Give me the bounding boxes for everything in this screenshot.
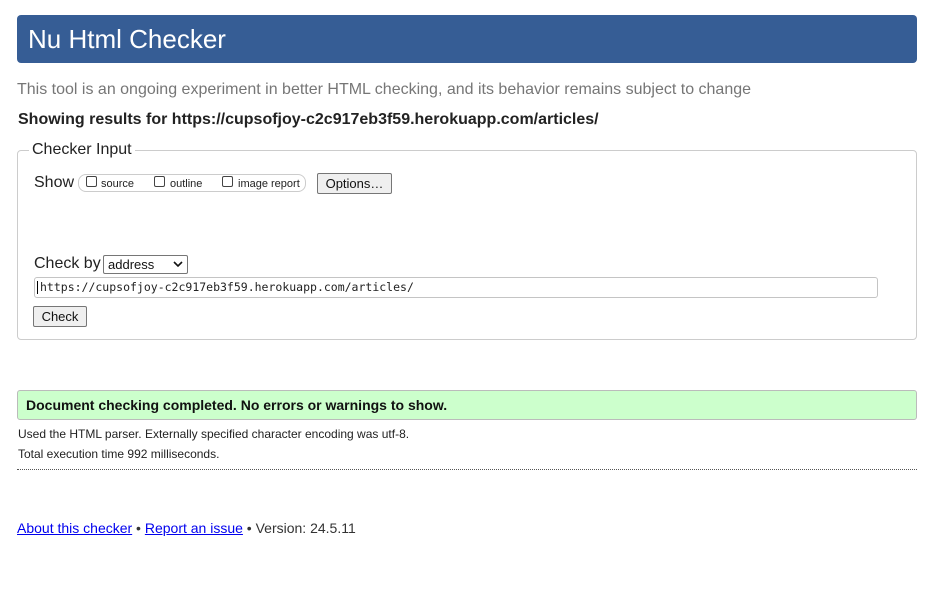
header-bar: Nu Html Checker xyxy=(17,15,917,63)
source-checkbox-label[interactable]: source xyxy=(101,178,134,191)
parser-info: Used the HTML parser. Externally specifi… xyxy=(18,427,410,441)
chevron-down-icon xyxy=(173,261,183,268)
success-message: Document checking completed. No errors o… xyxy=(26,397,448,413)
url-input[interactable]: https://cupsofjoy-c2c917eb3f59.herokuapp… xyxy=(34,277,878,298)
outline-checkbox[interactable] xyxy=(154,176,165,187)
check-by-selected-value: address xyxy=(108,257,155,272)
execution-time: Total execution time 992 milliseconds. xyxy=(18,447,220,461)
results-heading: Showing results for https://cupsofjoy-c2… xyxy=(18,111,599,128)
page-title: Nu Html Checker xyxy=(28,24,226,54)
show-label: Show xyxy=(34,174,75,191)
check-by-select[interactable]: address xyxy=(103,255,188,274)
outline-checkbox-label[interactable]: outline xyxy=(170,178,202,191)
checker-input-legend: Checker Input xyxy=(29,140,135,160)
version-text: • Version: 24.5.11 xyxy=(242,520,356,536)
about-checker-link[interactable]: About this checker xyxy=(17,520,132,536)
check-button[interactable]: Check xyxy=(33,306,87,327)
footer: About this checker • Report an issue • V… xyxy=(17,520,356,537)
success-message-box: Document checking completed. No errors o… xyxy=(17,390,917,420)
source-checkbox[interactable] xyxy=(86,176,97,187)
text-caret xyxy=(37,281,38,294)
intro-text: This tool is an ongoing experiment in be… xyxy=(17,81,752,98)
image-report-checkbox-label[interactable]: image report xyxy=(238,178,300,191)
image-report-checkbox[interactable] xyxy=(222,176,233,187)
check-by-label: Check by xyxy=(34,255,101,272)
footer-separator: • xyxy=(132,520,145,536)
url-input-value: https://cupsofjoy-c2c917eb3f59.herokuapp… xyxy=(40,280,414,294)
divider xyxy=(17,469,917,470)
report-issue-link[interactable]: Report an issue xyxy=(145,520,243,536)
options-button[interactable]: Options… xyxy=(317,173,392,194)
